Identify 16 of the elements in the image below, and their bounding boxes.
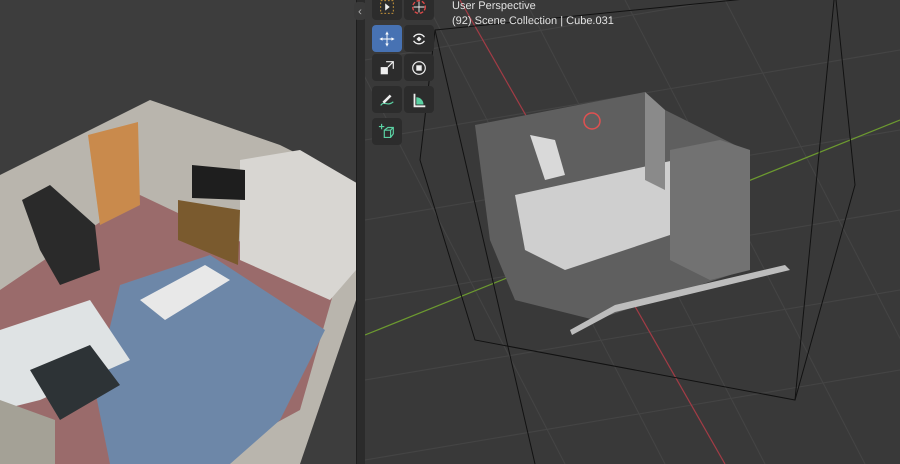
tool-button[interactable] <box>372 86 402 113</box>
tool-button[interactable] <box>404 86 434 113</box>
tool-button[interactable] <box>372 25 402 52</box>
move-icon <box>378 30 396 48</box>
scale-icon <box>378 58 396 76</box>
tool-button[interactable] <box>404 54 434 81</box>
transform-icon <box>410 58 428 76</box>
tool-button[interactable] <box>404 0 434 20</box>
cursor-icon <box>410 0 428 16</box>
add-cube-icon <box>378 122 396 140</box>
select-box-icon <box>378 0 396 16</box>
collection-info: (92) Scene Collection | Cube.031 <box>452 15 614 28</box>
tool-button[interactable] <box>404 25 434 52</box>
tool-button[interactable] <box>372 118 402 145</box>
tool-button[interactable] <box>372 0 402 20</box>
tool-button[interactable] <box>372 54 402 81</box>
